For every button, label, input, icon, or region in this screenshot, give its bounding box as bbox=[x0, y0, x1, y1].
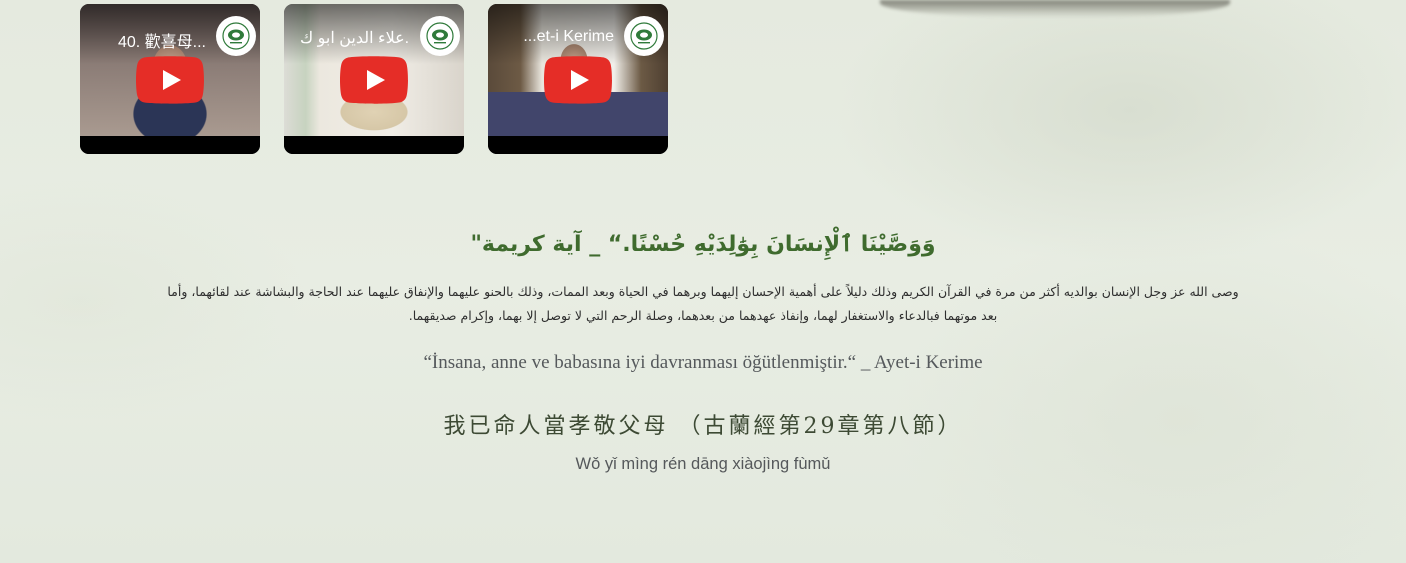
video-title[interactable]: ...et-i Kerime bbox=[504, 28, 614, 46]
video-bottom-bar bbox=[488, 136, 668, 154]
video-bottom-bar bbox=[284, 136, 464, 154]
video-embed-3[interactable]: ...et-i Kerime bbox=[488, 4, 668, 154]
verse-explanation-arabic: وصى الله عز وجل الإنسان بوالديه أكثر من … bbox=[167, 284, 1239, 323]
video-title[interactable]: علاء الدين ابو ك... bbox=[300, 28, 410, 48]
video-title[interactable]: 40. 歡喜母... bbox=[96, 28, 206, 52]
video-gallery: 40. 歡喜母... علاء الدين ابو ك....et-i Keri… bbox=[80, 4, 668, 154]
verse-pinyin: Wǒ yǐ mìng rén dāng xiàojìng fùmǔ bbox=[575, 455, 831, 473]
verse-turkish: “İnsana, anne ve babasına iyi davranması… bbox=[423, 352, 983, 373]
background-decoration bbox=[880, 0, 1230, 18]
youtube-play-icon[interactable] bbox=[340, 56, 408, 104]
youtube-play-icon[interactable] bbox=[544, 56, 612, 104]
verse-chinese: 我已命人當孝敬父母 （古蘭經第29章第八節） bbox=[443, 414, 963, 439]
verse-heading-arabic: وَوَصَّيْنَا ٱلْإِنسَانَ بِوَٰلِدَيْهِ ح… bbox=[470, 232, 936, 257]
association-logo-icon[interactable] bbox=[624, 16, 664, 56]
video-embed-2[interactable]: علاء الدين ابو ك... bbox=[284, 4, 464, 154]
association-logo-icon[interactable] bbox=[216, 16, 256, 56]
youtube-play-icon[interactable] bbox=[136, 56, 204, 104]
video-bottom-bar bbox=[80, 136, 260, 154]
video-embed-1[interactable]: 40. 歡喜母... bbox=[80, 4, 260, 154]
association-logo-icon[interactable] bbox=[420, 16, 460, 56]
